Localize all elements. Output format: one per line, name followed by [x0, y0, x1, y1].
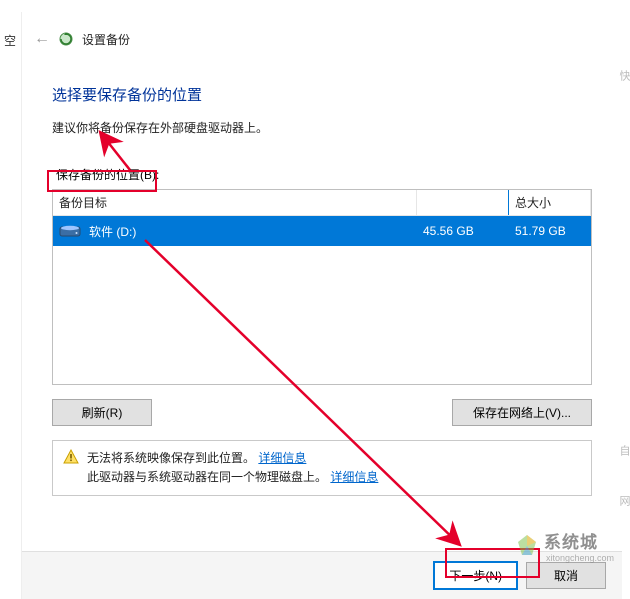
backup-dialog: ← 设置备份 选择要保存备份的位置 建议你将备份保存在外部硬盘驱动器上。 保存备… [22, 12, 622, 599]
cancel-button[interactable]: 取消 [526, 562, 606, 589]
dialog-title: 设置备份 [82, 31, 130, 48]
warn-line2: 此驱动器与系统驱动器在同一个物理磁盘上。 [87, 470, 327, 484]
advice-text: 建议你将备份保存在外部硬盘驱动器上。 [52, 119, 592, 136]
col-target[interactable]: 备份目标 [53, 190, 417, 215]
details-link-2[interactable]: 详细信息 [330, 470, 378, 484]
backup-icon [58, 31, 74, 47]
drive-list-header: 备份目标 可用空间 总大小 [53, 190, 591, 216]
col-free[interactable]: 可用空间 [417, 190, 509, 215]
edge-frag-b: 自 [616, 445, 630, 456]
drive-name: 软件 (D:) [89, 223, 136, 240]
edge-frag-c: 网 [616, 495, 630, 506]
drive-total: 51.79 GB [509, 224, 591, 238]
warning-box: 无法将系统映像保存到此位置。 详细信息 此驱动器与系统驱动器在同一个物理磁盘上。… [52, 440, 592, 496]
watermark-text: 系统城 [544, 528, 614, 553]
location-label: 保存备份的位置(B): [52, 164, 163, 185]
save-network-button[interactable]: 保存在网络上(V)... [452, 399, 592, 426]
drive-free: 45.56 GB [417, 224, 509, 238]
col-total[interactable]: 总大小 [509, 190, 591, 215]
page-heading: 选择要保存备份的位置 [52, 84, 592, 105]
watermark-logo-icon [514, 533, 540, 559]
edge-frag-a: 快 [616, 70, 630, 81]
watermark: 系统城 xitongcheng.com [514, 528, 614, 563]
watermark-sub: xitongcheng.com [546, 553, 614, 563]
warn-line1: 无法将系统映像保存到此位置。 [87, 451, 255, 465]
hard-drive-icon [59, 224, 81, 238]
refresh-button[interactable]: 刷新(R) [52, 399, 152, 426]
warning-icon [63, 449, 79, 465]
drive-row-target: 软件 (D:) [53, 223, 417, 240]
back-button[interactable]: ← [34, 30, 50, 48]
dialog-header: ← 设置备份 [22, 12, 622, 56]
gutter-glyph: 空 [4, 32, 16, 49]
next-button[interactable]: 下一步(N) [433, 561, 518, 590]
left-gutter: 空 [0, 12, 22, 599]
drive-list[interactable]: 备份目标 可用空间 总大小 软件 (D:) 45.56 GB 51 [52, 189, 592, 385]
warning-text: 无法将系统映像保存到此位置。 详细信息 此驱动器与系统驱动器在同一个物理磁盘上。… [87, 449, 378, 487]
drive-row[interactable]: 软件 (D:) 45.56 GB 51.79 GB [53, 216, 591, 246]
details-link-1[interactable]: 详细信息 [258, 451, 306, 465]
